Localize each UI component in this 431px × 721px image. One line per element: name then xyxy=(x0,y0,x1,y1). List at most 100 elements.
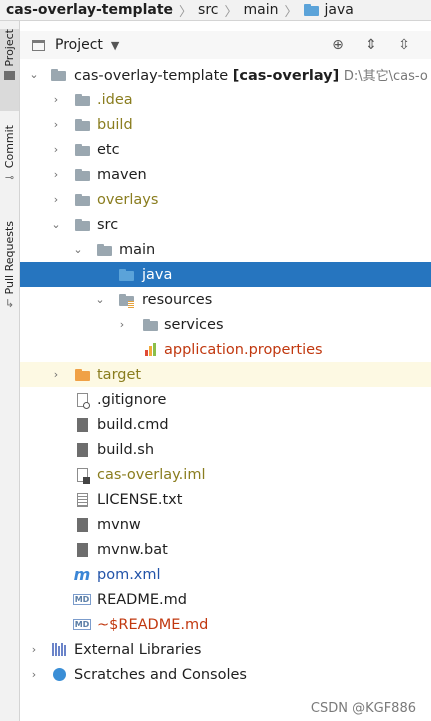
tab-project[interactable]: Project xyxy=(0,29,19,111)
markdown-icon: MD xyxy=(72,594,92,605)
module-folder-icon xyxy=(50,67,66,83)
tree-node-application-properties[interactable]: application.properties xyxy=(20,337,431,362)
tree-node-build[interactable]: › build xyxy=(20,112,431,137)
ignore-file-icon xyxy=(74,392,90,409)
resources-folder-icon xyxy=(118,292,134,308)
folder-icon xyxy=(74,217,90,233)
tab-pull-requests-label: Pull Requests xyxy=(3,221,16,295)
tab-commit[interactable]: Commit ⊸ xyxy=(0,125,19,207)
tree-node-scratches[interactable]: › Scratches and Consoles xyxy=(20,662,431,687)
tree-node-mvnw-bat[interactable]: mvnw.bat xyxy=(20,537,431,562)
folder-icon xyxy=(303,4,319,16)
collapse-all-icon[interactable]: ⇳ xyxy=(396,37,412,53)
tab-pull-requests[interactable]: Pull Requests ↳ xyxy=(0,221,19,331)
tree-item-label: README.md xyxy=(97,591,187,608)
tree-item-label: main xyxy=(119,241,156,258)
tree-item-label: overlays xyxy=(97,191,159,208)
tree-root-label: cas-overlay-template xyxy=(74,68,229,84)
chevron-right-icon: 〉 xyxy=(284,4,298,20)
scratches-icon xyxy=(51,667,67,683)
project-view-title[interactable]: Project xyxy=(55,37,103,53)
watermark: CSDN @KGF886 xyxy=(310,701,416,716)
tree-node-iml[interactable]: cas-overlay.iml xyxy=(20,462,431,487)
tree-node-external-libraries[interactable]: › External Libraries xyxy=(20,637,431,662)
script-file-icon xyxy=(74,542,90,558)
chevron-right-icon[interactable]: › xyxy=(50,118,62,131)
chevron-down-icon[interactable]: ⌄ xyxy=(94,293,106,306)
script-file-icon xyxy=(74,417,90,433)
tree-item-label: Scratches and Consoles xyxy=(74,666,247,683)
tree-node-java[interactable]: java xyxy=(20,262,431,287)
chevron-down-icon[interactable]: ▼ xyxy=(111,39,119,52)
tree-node-overlays[interactable]: › overlays xyxy=(20,187,431,212)
chevron-right-icon[interactable]: › xyxy=(50,193,62,206)
tree-root-module: [cas-overlay] xyxy=(232,68,340,84)
breadcrumb-item-src[interactable]: src xyxy=(198,2,218,18)
tree-item-label: LICENSE.txt xyxy=(97,491,183,508)
expand-all-icon[interactable]: ⇕ xyxy=(363,37,379,53)
chevron-right-icon[interactable]: › xyxy=(50,168,62,181)
folder-icon xyxy=(74,92,90,108)
chevron-right-icon[interactable]: › xyxy=(28,643,40,656)
tab-project-label: Project xyxy=(3,29,16,67)
text-file-icon xyxy=(74,492,90,508)
locate-icon[interactable]: ⊕ xyxy=(330,37,346,53)
maven-icon: m xyxy=(73,565,91,584)
chevron-right-icon: 〉 xyxy=(224,4,238,20)
tree-node-pom[interactable]: m pom.xml xyxy=(20,562,431,587)
tree-item-label: mvnw.bat xyxy=(97,541,168,558)
properties-file-icon xyxy=(142,342,158,358)
tree-node-main[interactable]: ⌄ main xyxy=(20,237,431,262)
source-folder-icon xyxy=(118,267,134,283)
tree-item-label: .gitignore xyxy=(97,391,167,408)
breadcrumb: cas-overlay-template 〉 src 〉 main 〉 java xyxy=(0,0,431,21)
folder-icon xyxy=(74,142,90,158)
tree-node-target[interactable]: › target xyxy=(20,362,431,387)
tree-item-label: ~$README.md xyxy=(97,616,209,633)
tree-node-resources[interactable]: ⌄ resources xyxy=(20,287,431,312)
tree-node-src[interactable]: ⌄ src xyxy=(20,212,431,237)
chevron-right-icon: 〉 xyxy=(179,4,193,20)
tree-node-readme[interactable]: MD README.md xyxy=(20,587,431,612)
tree-node-build-cmd[interactable]: build.cmd xyxy=(20,412,431,437)
tab-commit-label: Commit xyxy=(3,125,16,169)
project-view-header: Project ▼ ⊕ ⇕ ⇳ ⋮ xyxy=(20,31,431,59)
tree-node-mvnw[interactable]: mvnw xyxy=(20,512,431,537)
tree-item-label: src xyxy=(97,216,119,233)
tree-node-gitignore[interactable]: .gitignore xyxy=(20,387,431,412)
chevron-down-icon[interactable]: ⌄ xyxy=(28,68,40,81)
tree-item-label: resources xyxy=(142,291,213,308)
chevron-down-icon[interactable]: ⌄ xyxy=(50,218,62,231)
tree-node-services[interactable]: › services xyxy=(20,312,431,337)
tree-item-label: services xyxy=(164,316,224,333)
chevron-right-icon[interactable]: › xyxy=(50,368,62,381)
script-file-icon xyxy=(74,442,90,458)
tree-node-etc[interactable]: › etc xyxy=(20,137,431,162)
tree-item-label: build.sh xyxy=(97,441,155,458)
tree-node-readme-temp[interactable]: MD ~$README.md xyxy=(20,612,431,637)
chevron-right-icon[interactable]: › xyxy=(116,318,128,331)
tree-item-label: target xyxy=(97,366,142,383)
library-icon xyxy=(51,642,67,658)
breadcrumb-item-project[interactable]: cas-overlay-template xyxy=(0,2,173,18)
folder-icon xyxy=(74,167,90,183)
chevron-right-icon[interactable]: › xyxy=(50,143,62,156)
chevron-down-icon[interactable]: ⌄ xyxy=(72,243,84,256)
tree-node-build-sh[interactable]: build.sh xyxy=(20,437,431,462)
chevron-right-icon[interactable]: › xyxy=(28,668,40,681)
tree-node-idea[interactable]: › .idea xyxy=(20,87,431,112)
tree-item-label: maven xyxy=(97,166,147,183)
module-file-icon xyxy=(74,467,90,484)
tree-node-license[interactable]: LICENSE.txt xyxy=(20,487,431,512)
folder-icon xyxy=(74,117,90,133)
chevron-right-icon[interactable]: › xyxy=(50,93,62,106)
more-icon[interactable]: ⋮ xyxy=(425,37,431,53)
tree-node-maven[interactable]: › maven xyxy=(20,162,431,187)
tree-node-root[interactable]: ⌄ cas-overlay-template [cas-overlay] D:\… xyxy=(20,62,431,87)
tree-item-label: application.properties xyxy=(164,341,323,358)
project-tab-icon xyxy=(4,70,15,80)
breadcrumb-item-java[interactable]: java xyxy=(325,2,354,18)
tree-item-label: etc xyxy=(97,141,120,158)
tree-item-label: cas-overlay.iml xyxy=(97,466,206,483)
breadcrumb-item-main[interactable]: main xyxy=(244,2,279,18)
